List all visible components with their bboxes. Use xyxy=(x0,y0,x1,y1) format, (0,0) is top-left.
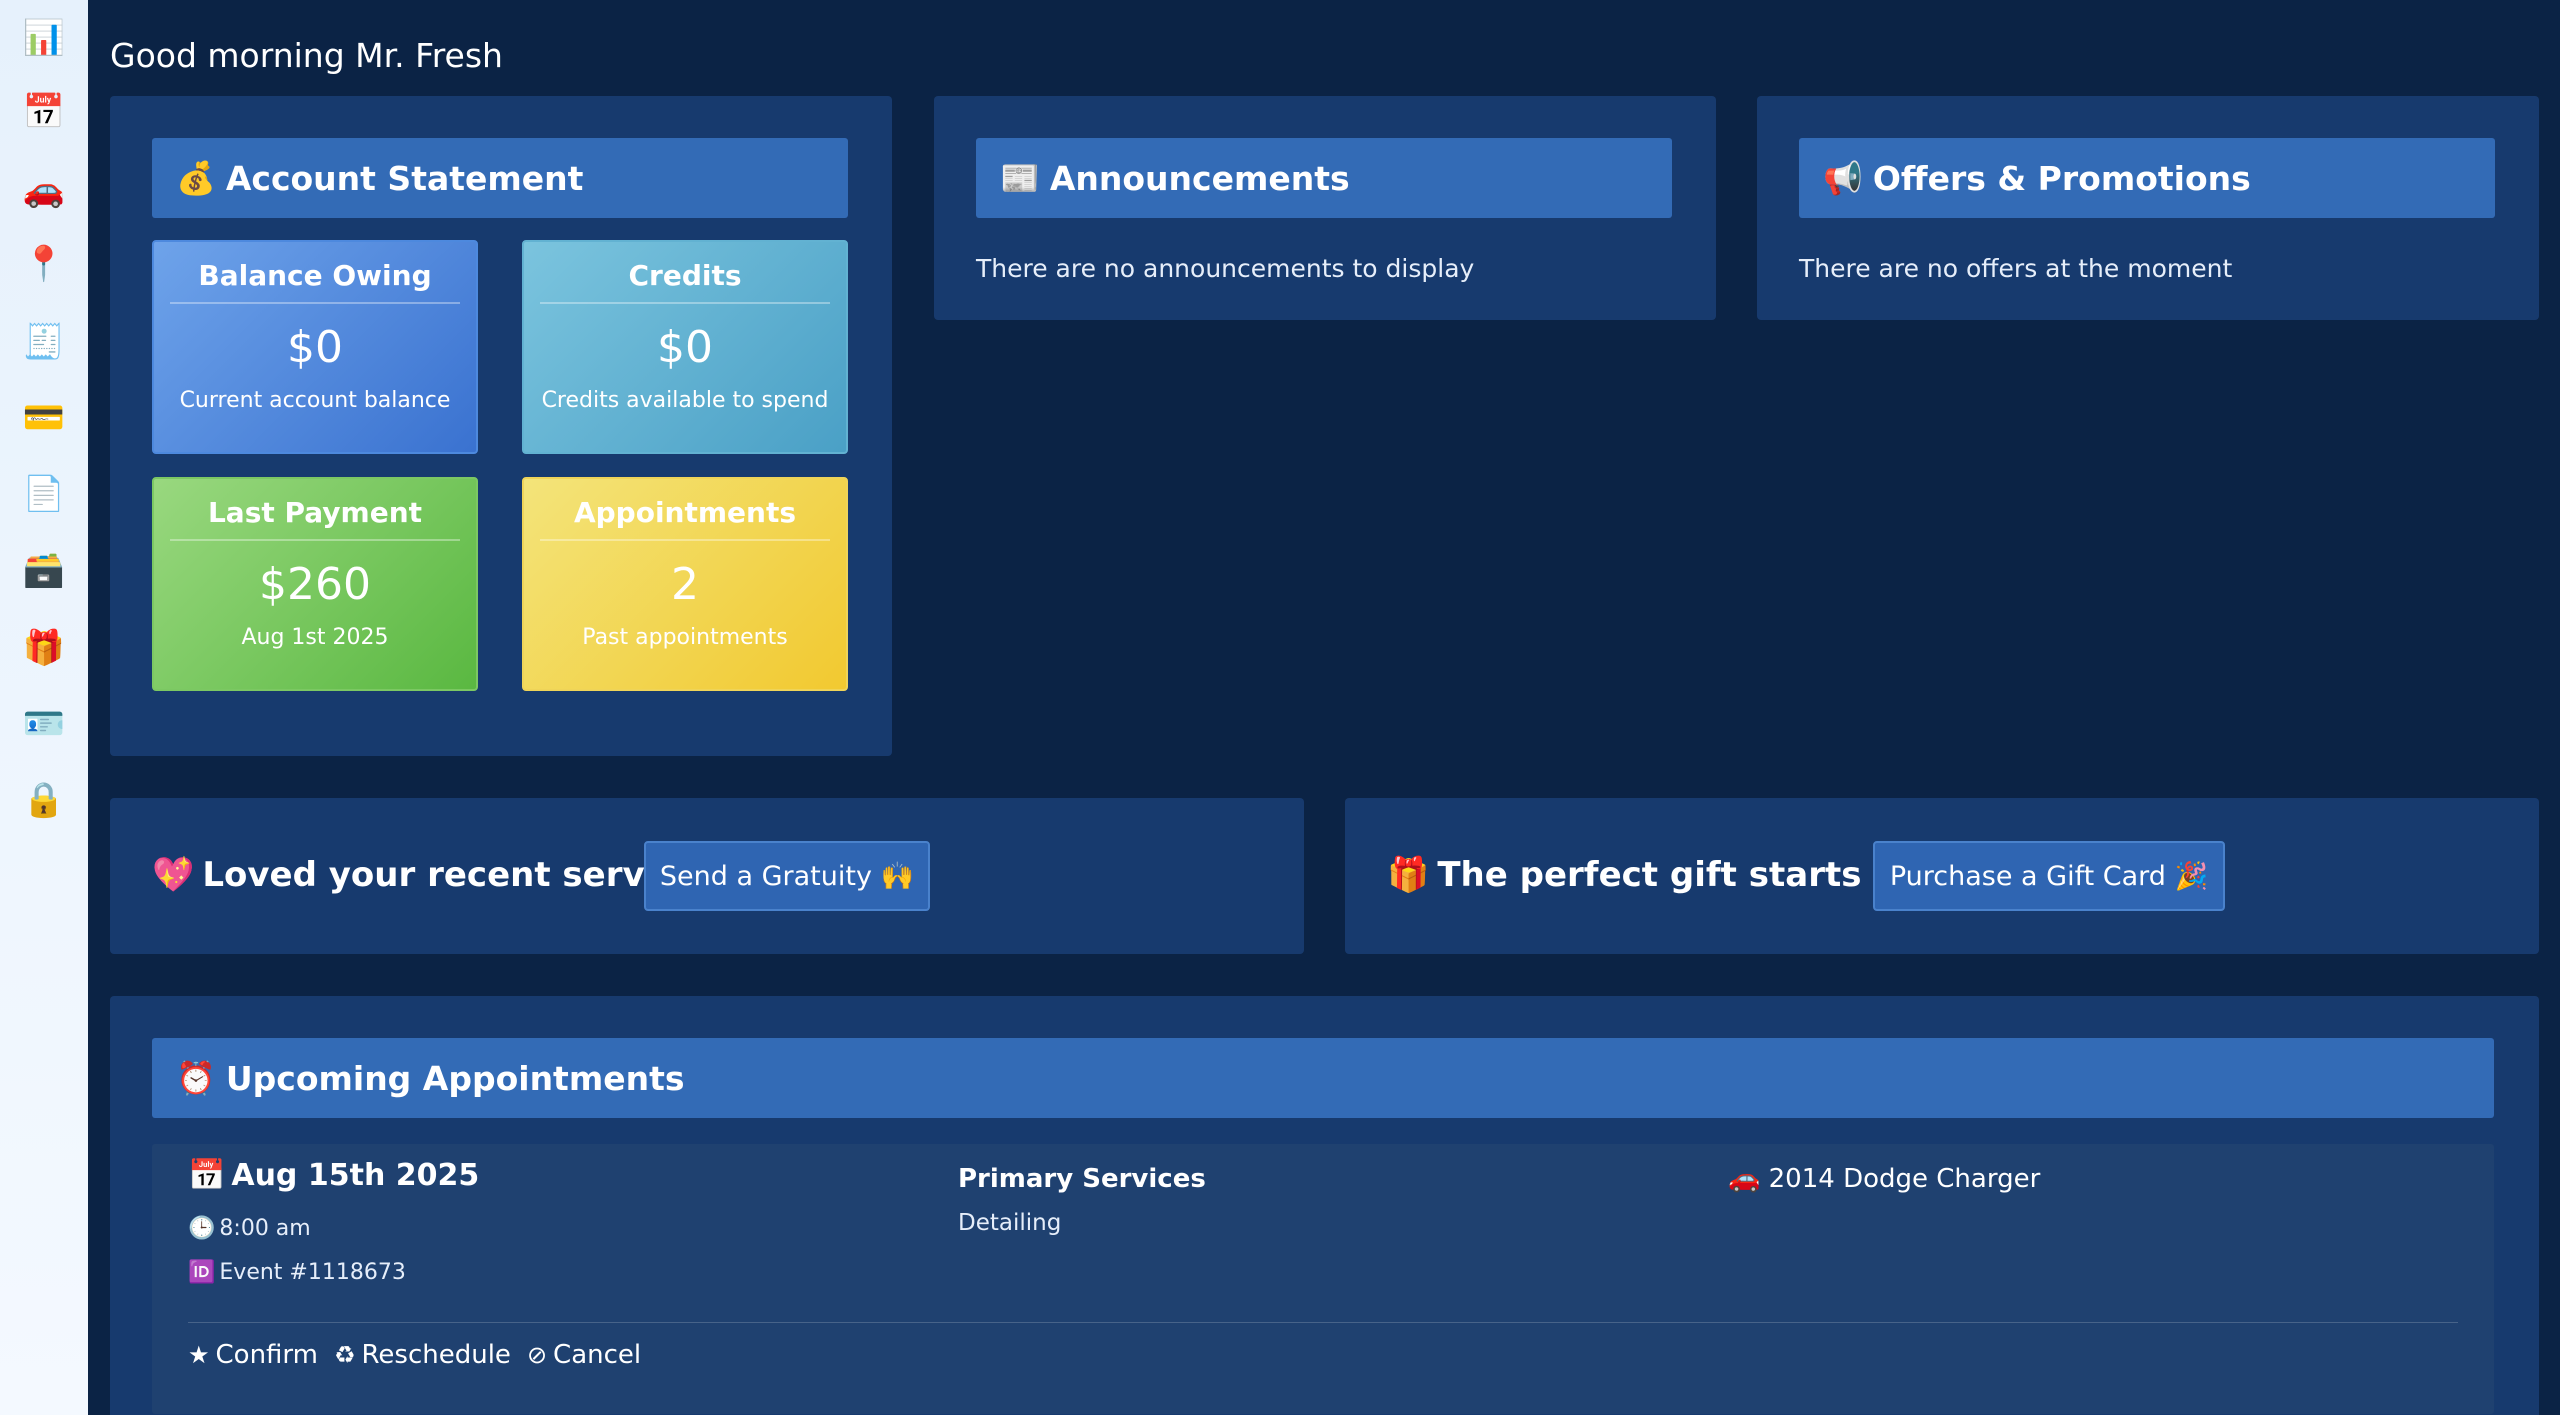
receipt-icon: 🧾 xyxy=(22,322,66,362)
documents-icon: 📄 xyxy=(22,474,66,514)
appointment-time: 🕒 8:00 am xyxy=(188,1216,311,1241)
announcements-title: Announcements xyxy=(1049,158,1350,198)
appointment-time-text: 8:00 am xyxy=(219,1216,311,1241)
last-payment-value: $260 xyxy=(259,559,371,610)
sidebar-item-payments[interactable]: 💳 xyxy=(22,398,66,438)
appointment-vehicle: 🚗 2014 Dodge Charger xyxy=(1728,1164,2040,1194)
appointments-value: 2 xyxy=(671,559,699,610)
cancel-icon: ⊘ xyxy=(526,1341,548,1369)
confirm-appointment-link[interactable]: ★ Confirm xyxy=(188,1340,318,1370)
id-icon: 🆔 xyxy=(188,1260,216,1285)
confirm-label: Confirm xyxy=(215,1340,318,1370)
upcoming-appointments-header: ⏰ Upcoming Appointments xyxy=(152,1038,2494,1118)
appointments-subtitle: Past appointments xyxy=(582,625,788,650)
calendar-icon: 📅 xyxy=(22,92,66,132)
gratuity-heading: 💖 Loved your recent service? xyxy=(152,850,719,900)
reschedule-appointment-link[interactable]: ♻ Reschedule xyxy=(334,1340,511,1370)
gratuity-title: Loved your recent service? xyxy=(202,855,720,895)
page-greeting: Good morning Mr. Fresh xyxy=(110,36,503,75)
offers-header: 📢 Offers & Promotions xyxy=(1799,138,2495,218)
cancel-label: Cancel xyxy=(553,1340,642,1370)
id-card-icon: 🪪 xyxy=(22,704,66,744)
sidebar-item-dashboard[interactable]: 📊 xyxy=(22,18,66,58)
primary-service-value: Detailing xyxy=(958,1210,1062,1236)
gift-icon: 🎁 xyxy=(1387,855,1430,895)
offers-empty-text: There are no offers at the moment xyxy=(1799,254,2233,283)
credits-value: $0 xyxy=(657,322,713,373)
sparkling-heart-icon: 💖 xyxy=(152,855,195,895)
appointment-date-text: Aug 15th 2025 xyxy=(231,1158,480,1193)
alarm-clock-icon: ⏰ xyxy=(176,1059,216,1097)
account-statement-header: 💰 Account Statement xyxy=(152,138,848,218)
last-payment-card[interactable]: Last Payment $260 Aug 1st 2025 xyxy=(152,477,478,691)
sidebar: 📊 📅 🚗 📍 🧾 💳 📄 🗃️ 🎁 🪪 🔒 xyxy=(0,0,88,1415)
gratuity-panel: 💖 Loved your recent service? Send a Gratu… xyxy=(110,798,1304,954)
announcements-panel: 📰 Announcements There are no announcemen… xyxy=(934,96,1716,320)
calendar-icon: 📅 xyxy=(188,1158,226,1193)
announcements-empty-text: There are no announcements to display xyxy=(976,254,1475,283)
upcoming-appointments-panel: ⏰ Upcoming Appointments 📅 Aug 15th 2025 🕒… xyxy=(110,996,2539,1415)
newspaper-icon: 📰 xyxy=(1000,159,1040,197)
lock-icon: 🔒 xyxy=(22,780,66,820)
bar-chart-icon: 📊 xyxy=(22,18,66,58)
sidebar-item-invoices[interactable]: 🧾 xyxy=(22,322,66,362)
credits-card[interactable]: Credits $0 Credits available to spend xyxy=(522,240,848,454)
megaphone-icon: 📢 xyxy=(1823,159,1863,197)
credit-card-icon: 💳 xyxy=(22,398,66,438)
sidebar-item-documents[interactable]: 📄 xyxy=(22,474,66,514)
balance-owing-subtitle: Current account balance xyxy=(179,388,451,413)
offers-panel: 📢 Offers & Promotions There are no offer… xyxy=(1757,96,2539,320)
balance-owing-title: Balance Owing xyxy=(170,256,460,304)
offers-title: Offers & Promotions xyxy=(1872,158,2251,198)
send-gratuity-button[interactable]: Send a Gratuity 🙌 xyxy=(644,841,930,911)
gift-panel: 🎁 The perfect gift starts here Purchase a… xyxy=(1345,798,2539,954)
clock-icon: 🕒 xyxy=(188,1216,216,1241)
balance-owing-value: $0 xyxy=(287,322,343,373)
money-bag-icon: 💰 xyxy=(176,159,216,197)
gift-icon: 🎁 xyxy=(22,628,66,668)
credits-subtitle: Credits available to spend xyxy=(541,388,829,413)
star-icon: ★ xyxy=(188,1341,210,1369)
upcoming-appointments-title: Upcoming Appointments xyxy=(225,1058,685,1098)
appointment-card: 📅 Aug 15th 2025 🕒 8:00 am 🆔 Event #1118673 … xyxy=(152,1144,2494,1414)
sidebar-item-locations[interactable]: 📍 xyxy=(22,244,66,284)
account-statement-panel: 💰 Account Statement Balance Owing $0 Cur… xyxy=(110,96,892,756)
account-statement-title: Account Statement xyxy=(225,158,584,198)
appointments-card[interactable]: Appointments 2 Past appointments xyxy=(522,477,848,691)
appointments-title: Appointments xyxy=(540,493,830,541)
car-icon: 🚗 xyxy=(22,170,66,210)
sidebar-item-gifts[interactable]: 🎁 xyxy=(22,628,66,668)
appointment-divider xyxy=(188,1322,2458,1323)
car-icon: 🚗 xyxy=(1728,1164,1761,1194)
cancel-appointment-link[interactable]: ⊘ Cancel xyxy=(527,1340,641,1370)
balance-owing-card[interactable]: Balance Owing $0 Current account balance xyxy=(152,240,478,454)
sidebar-item-security[interactable]: 🔒 xyxy=(22,780,66,820)
sidebar-item-vehicles[interactable]: 🚗 xyxy=(22,170,66,210)
last-payment-title: Last Payment xyxy=(170,493,460,541)
sidebar-item-calendar[interactable]: 📅 xyxy=(22,92,66,132)
appointment-event-text: Event #1118673 xyxy=(219,1260,406,1285)
last-payment-date: Aug 1st 2025 xyxy=(241,625,389,650)
card-file-box-icon: 🗃️ xyxy=(22,550,66,590)
main-content: Good morning Mr. Fresh 💰 Account Stateme… xyxy=(88,0,2560,1415)
purchase-gift-card-button[interactable]: Purchase a Gift Card 🎉 xyxy=(1873,841,2225,911)
reschedule-label: Reschedule xyxy=(361,1340,511,1370)
announcements-header: 📰 Announcements xyxy=(976,138,1672,218)
appointment-event: 🆔 Event #1118673 xyxy=(188,1260,406,1285)
appointment-vehicle-text: 2014 Dodge Charger xyxy=(1768,1164,2041,1194)
sidebar-item-profile[interactable]: 🪪 xyxy=(22,704,66,744)
primary-services-label: Primary Services xyxy=(958,1164,1206,1194)
sidebar-item-files[interactable]: 🗃️ xyxy=(22,550,66,590)
pin-icon: 📍 xyxy=(22,244,66,284)
appointment-date: 📅 Aug 15th 2025 xyxy=(188,1158,479,1193)
recycle-icon: ♻ xyxy=(334,1341,356,1369)
appointment-actions: ★ Confirm ♻ Reschedule ⊘ Cancel xyxy=(188,1340,641,1370)
credits-title: Credits xyxy=(540,256,830,304)
